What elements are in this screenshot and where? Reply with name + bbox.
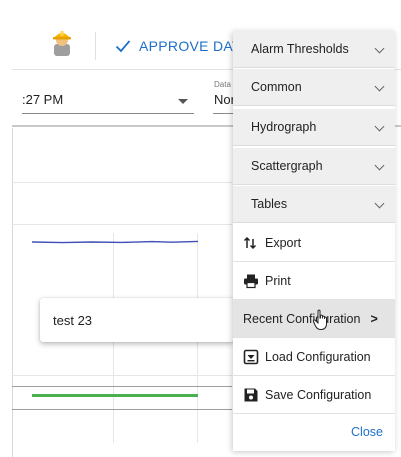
menu-group-label: Scattergraph [251, 159, 323, 173]
date-select[interactable]: :27 PM [22, 90, 194, 114]
menu-group-label: Common [251, 80, 302, 94]
chevron-down-icon [374, 121, 385, 132]
chevron-down-icon [374, 81, 385, 92]
menu-group-label: Alarm Thresholds [251, 42, 349, 56]
approve-data-button[interactable]: APPROVE DATA [115, 34, 249, 58]
menu-item-label: Export [265, 235, 302, 250]
section-divider [12, 182, 232, 183]
section-divider [12, 224, 232, 225]
menu-group-tables[interactable]: Tables [233, 186, 395, 223]
chevron-down-icon [374, 160, 385, 171]
date-value: :27 PM [22, 92, 64, 107]
hydrograph-series-line [32, 240, 198, 244]
menu-item-export[interactable]: Export [233, 224, 395, 262]
chevron-down-icon [374, 43, 385, 54]
export-arrows-icon [243, 236, 257, 249]
checkmark-icon [115, 40, 131, 53]
dropdown-arrow-icon [178, 99, 188, 104]
load-box-icon [243, 349, 259, 364]
menu-group-label: Hydrograph [251, 120, 317, 134]
data-label: Data [214, 80, 231, 89]
menu-item-print[interactable]: Print [233, 262, 395, 300]
data-value: Nor [214, 92, 235, 107]
menu-group-scattergraph[interactable]: Scattergraph [233, 148, 395, 185]
menu-item-save-configuration[interactable]: Save Configuration [233, 376, 395, 414]
chart-border [12, 409, 232, 410]
menu-item-recent-configuration[interactable]: Recent Configuration > [233, 300, 395, 338]
worker-helmet-icon[interactable] [48, 28, 76, 58]
options-menu: Alarm Thresholds Common Hydrograph Scatt… [233, 31, 395, 451]
section-divider [12, 375, 232, 376]
menu-item-label: Load Configuration [265, 349, 371, 364]
toolbar-divider [95, 32, 96, 60]
menu-item-load-configuration[interactable]: Load Configuration [233, 338, 395, 376]
chart-border [12, 386, 232, 387]
menu-item-label: Recent Configuration [243, 311, 361, 326]
menu-group-hydrograph[interactable]: Hydrograph [233, 109, 395, 146]
printer-icon [244, 274, 258, 288]
recent-configuration-item[interactable]: test 23 [40, 298, 234, 342]
menu-group-common[interactable]: Common [233, 69, 395, 106]
menu-item-label: Save Configuration [265, 387, 372, 402]
app-frame: APPROVE DATA :27 PM Data Nor test 23 Ala… [0, 0, 401, 457]
chevron-right-icon: > [370, 311, 378, 326]
save-disk-icon [244, 388, 258, 401]
chevron-down-icon [374, 198, 385, 209]
recent-configuration-label: test 23 [53, 312, 93, 328]
menu-group-label: Tables [251, 197, 288, 211]
menu-item-label: Print [265, 273, 291, 288]
menu-group-alarm-thresholds[interactable]: Alarm Thresholds [233, 31, 395, 68]
scattergraph-series-line [32, 394, 198, 397]
close-button[interactable]: Close [351, 425, 383, 439]
